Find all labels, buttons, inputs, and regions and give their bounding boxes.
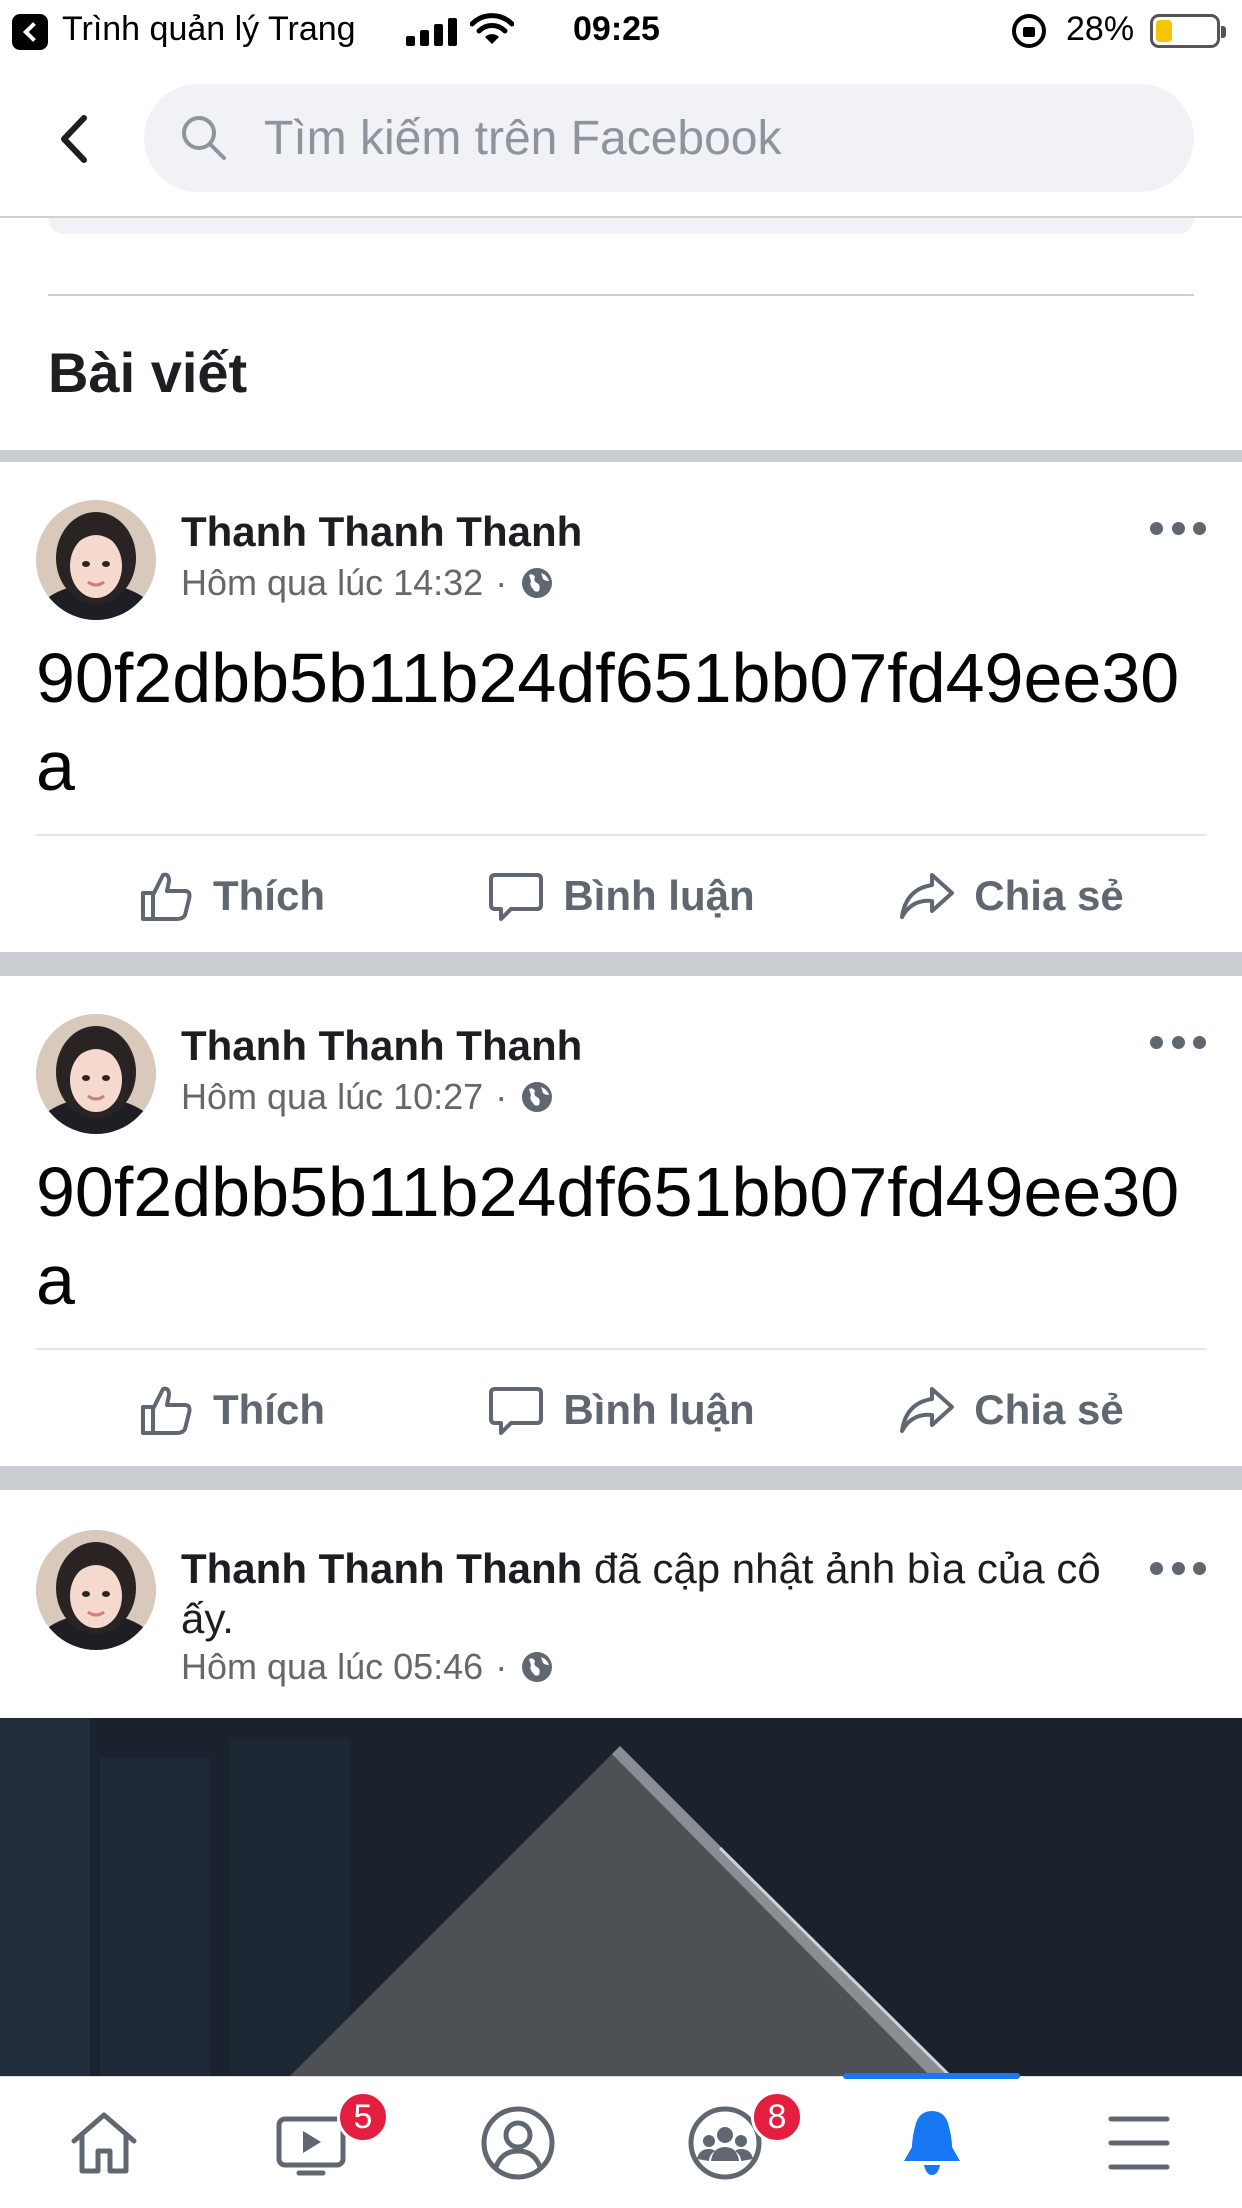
share-button[interactable]: Chia sẻ	[816, 1350, 1206, 1470]
search-input[interactable]	[264, 84, 1164, 192]
post-options-icon[interactable]	[1150, 1556, 1206, 1580]
tab-watch[interactable]: 5	[207, 2077, 414, 2208]
like-button[interactable]: Thích	[36, 836, 426, 956]
tab-home[interactable]	[0, 2077, 207, 2208]
section-title-posts: Bài viết	[48, 341, 248, 404]
clock: 09:25	[573, 10, 660, 48]
post-text: 90f2dbb5b11b24df651bb07fd49ee30a	[36, 1153, 1180, 1319]
profile-icon	[481, 2106, 554, 2179]
avatar-image	[36, 1530, 156, 1650]
post-timestamp[interactable]: Hôm qua lúc 10:27	[181, 1076, 483, 1118]
tab-menu[interactable]	[1035, 2077, 1242, 2208]
comment-icon	[489, 1387, 544, 1435]
post-card: Thanh Thanh Thanh Hôm qua lúc 14:32 · 90…	[0, 462, 1242, 952]
post-meta: Hôm qua lúc 14:32 ·	[181, 562, 555, 604]
post-actions: Thích Bình luận Chia sẻ	[36, 1348, 1206, 1470]
status-bar: Trình quản lý Trang 09:25 28%	[0, 0, 1242, 62]
globe-icon	[522, 1082, 553, 1112]
section-separator	[0, 450, 1242, 462]
back-app-label[interactable]: Trình quản lý Trang	[62, 10, 356, 49]
cover-photo[interactable]	[0, 1718, 1242, 2076]
tab-groups[interactable]: 8	[621, 2077, 828, 2208]
post-author[interactable]: Thanh Thanh Thanh	[181, 1545, 582, 1592]
share-icon	[900, 873, 955, 919]
cellular-signal-icon	[406, 18, 460, 46]
post-headline: Thanh Thanh Thanh đã cập nhật ảnh bìa củ…	[181, 1544, 1131, 1644]
tab-profile[interactable]	[414, 2077, 621, 2208]
comment-label: Bình luận	[563, 1386, 755, 1433]
home-icon	[71, 2112, 136, 2173]
tab-notifications[interactable]	[828, 2073, 1035, 2208]
like-label: Thích	[213, 872, 325, 919]
thumbs-up-icon	[141, 872, 192, 921]
avatar-image	[36, 500, 156, 620]
wifi-icon	[470, 13, 514, 44]
comment-icon	[489, 873, 544, 921]
author-avatar[interactable]	[36, 500, 156, 620]
thumbs-up-icon	[141, 1386, 192, 1435]
battery-percentage: 28%	[1066, 10, 1135, 48]
share-icon	[900, 1387, 955, 1433]
menu-icon	[1108, 2116, 1169, 2169]
rotation-lock-icon	[1012, 14, 1046, 48]
post-separator	[0, 952, 1242, 976]
globe-icon	[522, 1652, 553, 1682]
back-arrow-icon[interactable]	[50, 112, 104, 166]
top-navigation	[0, 62, 1242, 218]
post-author[interactable]: Thanh Thanh Thanh	[181, 1022, 582, 1070]
post-separator	[0, 1466, 1242, 1490]
battery-icon	[1150, 14, 1226, 48]
comment-button[interactable]: Bình luận	[426, 836, 816, 956]
share-label: Chia sẻ	[974, 1386, 1124, 1433]
post-card: Thanh Thanh Thanh Hôm qua lúc 10:27 · 90…	[0, 976, 1242, 1466]
groups-notification-badge: 8	[751, 2091, 803, 2143]
meta-separator: ·	[495, 562, 508, 603]
like-button[interactable]: Thích	[36, 1350, 426, 1470]
comment-button[interactable]: Bình luận	[426, 1350, 816, 1470]
post-options-icon[interactable]	[1150, 516, 1206, 540]
back-to-app-icon[interactable]	[12, 14, 48, 50]
search-bar[interactable]	[144, 84, 1194, 192]
author-avatar[interactable]	[36, 1530, 156, 1650]
author-avatar[interactable]	[36, 1014, 156, 1134]
post-meta: Hôm qua lúc 10:27 ·	[181, 1076, 555, 1118]
post-timestamp[interactable]: Hôm qua lúc 05:46	[181, 1646, 483, 1688]
post-card: Thanh Thanh Thanh đã cập nhật ảnh bìa củ…	[0, 1490, 1242, 1718]
meta-separator: ·	[495, 1646, 508, 1687]
watch-notification-badge: 5	[337, 2091, 389, 2143]
comment-label: Bình luận	[563, 872, 755, 919]
post-timestamp[interactable]: Hôm qua lúc 14:32	[181, 562, 483, 604]
previous-section-edge	[48, 218, 1194, 234]
cover-photo-image	[0, 1718, 1242, 2076]
post-options-icon[interactable]	[1150, 1030, 1206, 1054]
post-actions: Thích Bình luận Chia sẻ	[36, 834, 1206, 956]
post-text: 90f2dbb5b11b24df651bb07fd49ee30a	[36, 639, 1180, 805]
avatar-image	[36, 1014, 156, 1134]
globe-icon	[522, 568, 553, 598]
divider	[48, 294, 1194, 296]
post-meta: Hôm qua lúc 05:46 ·	[181, 1646, 555, 1688]
share-button[interactable]: Chia sẻ	[816, 836, 1206, 956]
bottom-tab-bar: 5 8	[0, 2073, 1242, 2208]
battery-level	[1156, 20, 1172, 42]
meta-separator: ·	[495, 1076, 508, 1117]
post-author[interactable]: Thanh Thanh Thanh	[181, 508, 582, 556]
search-icon	[182, 116, 226, 160]
share-label: Chia sẻ	[974, 872, 1124, 919]
bell-icon	[903, 2110, 960, 2175]
like-label: Thích	[213, 1386, 325, 1433]
